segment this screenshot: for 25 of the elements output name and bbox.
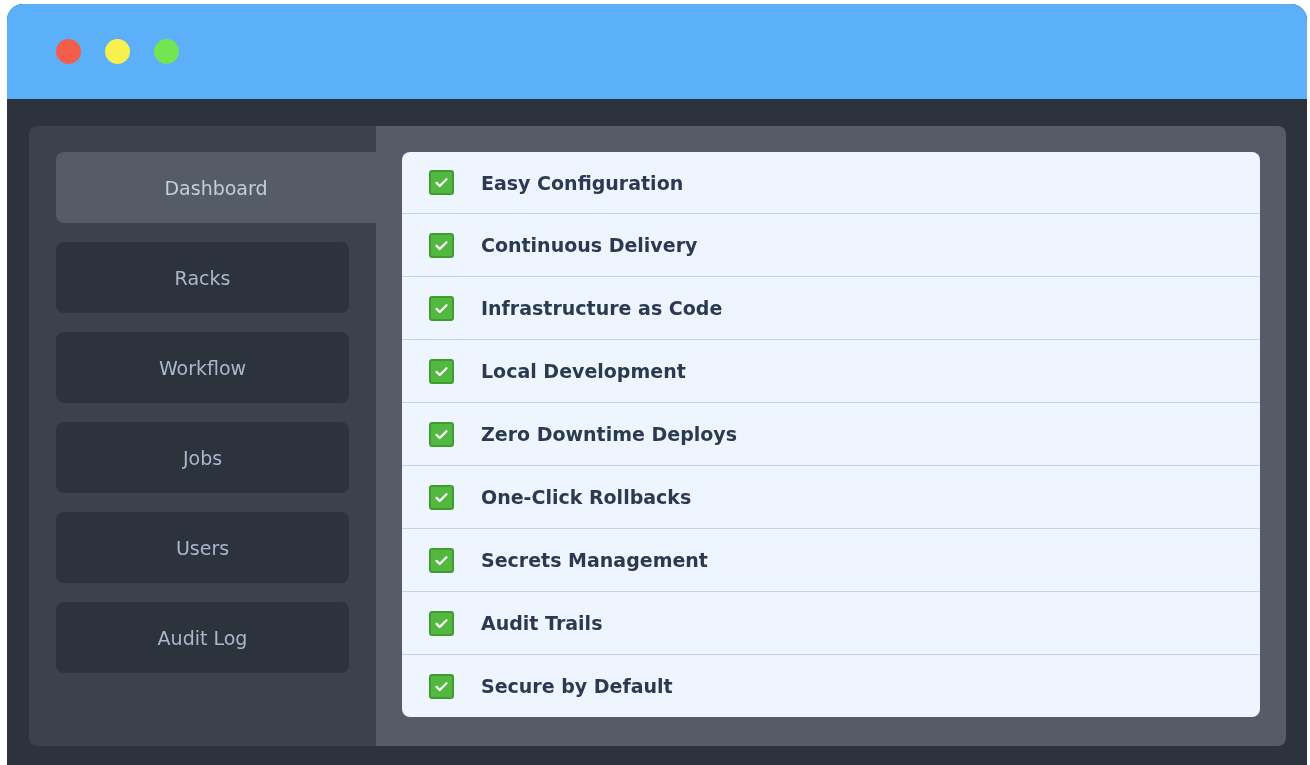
checkbox[interactable] [429,547,454,573]
feature-label: Local Development [481,360,686,382]
checkbox[interactable] [429,421,454,447]
feature-label: Continuous Delivery [481,234,698,256]
feature-label: Secrets Management [481,549,708,571]
minimize-button[interactable] [105,39,130,64]
feature-label: Easy Configuration [481,171,684,194]
checkbox[interactable] [429,295,454,321]
feature-label: One-Click Rollbacks [481,486,692,508]
checkbox[interactable] [429,610,454,636]
sidebar-item[interactable]: Jobs [56,422,349,493]
feature-label: Infrastructure as Code [481,297,723,319]
sidebar-item[interactable]: Audit Log [56,602,349,673]
sidebar-item[interactable]: Dashboard [56,152,376,223]
checkbox[interactable] [429,170,454,195]
sidebar-item[interactable]: Workflow [56,332,349,403]
checkbox[interactable] [429,358,454,384]
checkbox[interactable] [429,673,454,699]
feature-label: Secure by Default [481,675,673,697]
sidebar-item[interactable]: Racks [56,242,349,313]
checkbox[interactable] [429,232,454,258]
feature-label: Audit Trails [481,612,603,634]
feature-label: Zero Downtime Deploys [481,423,738,445]
checkbox[interactable] [429,484,454,510]
sidebar-item[interactable]: Users [56,512,349,583]
